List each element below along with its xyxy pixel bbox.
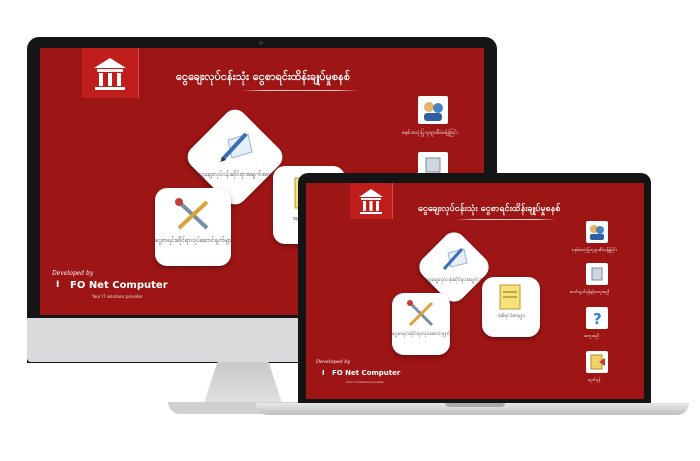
bank-icon <box>94 58 126 90</box>
title-divider <box>240 90 360 91</box>
footer-logo-mark: I <box>322 369 325 377</box>
footer-logo-mark: I <box>56 280 60 290</box>
sidebar-item-exit-label: ထွက်ရန် <box>588 377 601 382</box>
sidebar-item-help[interactable]: ? <box>586 307 608 329</box>
card-loan-data-caption: ငွေချေးလုပ်ငန်းဆိုင်ရာအချက်အလက်များ <box>198 171 272 178</box>
card-loan-data-caption: ငွေချေးလုပ်ငန်းဆိုင်ရာအချက်အလက်များ <box>426 277 482 283</box>
sidebar-item-users[interactable] <box>586 221 608 243</box>
sidebar-item-server-label: ဆက်သွယ်ရန်နှင့်အကူအညီ <box>570 289 610 294</box>
exit-icon <box>590 354 605 370</box>
sidebar-item-exit[interactable] <box>586 351 608 373</box>
webcam <box>259 41 263 45</box>
users-icon <box>424 102 443 121</box>
app-title: ငွေချေးလုပ်ငန်းသုံး ငွေစာရင်းထိန်းချုပ်မ… <box>176 70 351 83</box>
card-accounting[interactable]: ငွေစာရင်းဆိုင်ရာလုပ်ဆောင်ချက်များ <box>392 293 450 355</box>
card-accounting-caption: ငွေစာရင်းဆိုင်ရာလုပ်ဆောင်ချက်များ <box>155 237 231 244</box>
pencil-paper-icon <box>220 132 253 162</box>
help-icon: ? <box>593 310 602 328</box>
svg-text:?: ? <box>593 310 602 328</box>
laptop-app-screen: ငွေချေးလုပ်ငန်းသုံး ငွေစာရင်းထိန်းချုပ်မ… <box>306 183 644 399</box>
laptop-notch <box>445 403 505 407</box>
card-loan-data-content: ငွေချေးလုပ်ငန်းဆိုင်ရာအချက်အလက်များ <box>198 120 272 194</box>
tools-icon <box>175 198 209 230</box>
card-accounting[interactable]: ငွေစာရင်းဆိုင်ရာလုပ်ဆောင်ချက်များ <box>155 188 231 266</box>
card-loan-data-content: ငွေချေးလုပ်ငန်းဆိုင်ရာအချက်အလက်များ <box>426 239 482 295</box>
footer-company: FO Net Computer <box>70 280 168 291</box>
sidebar-item-users[interactable] <box>418 96 448 124</box>
title-divider <box>456 219 556 220</box>
report-icon <box>499 284 521 310</box>
tools-icon <box>407 300 434 327</box>
users-icon <box>590 225 604 240</box>
card-reports-caption: အစီရင်ခံစာများ <box>497 313 525 319</box>
card-reports[interactable]: အစီရင်ခံစာများ <box>482 277 540 337</box>
bank-icon <box>359 189 383 214</box>
header-logo-tile <box>82 48 139 98</box>
footer-company: FO Net Computer <box>332 369 401 377</box>
sidebar-item-users-label: စနစ်အသုံးပြုသူများစီမံခန့်ခွဲခြင်း <box>572 247 617 252</box>
footer-tagline: Your IT solutions provider <box>92 294 143 299</box>
app-title: ငွေချေးလုပ်ငန်းသုံး ငွေစာရင်းထိန်းချုပ်မ… <box>418 204 561 214</box>
sidebar-item-users-label: စနစ်အသုံးပြုသူများစီမံခန့်ခွဲခြင်း <box>402 130 458 136</box>
monitor-stand <box>203 362 283 406</box>
pencil-paper-icon <box>442 247 468 271</box>
card-accounting-caption: ငွေစာရင်းဆိုင်ရာလုပ်ဆောင်ချက်များ <box>392 331 450 337</box>
server-icon <box>591 267 603 281</box>
sidebar-item-help-label: အကူအညီ <box>584 333 600 338</box>
header-logo-tile <box>350 183 393 219</box>
footer-tagline: Your IT solutions provider <box>346 380 384 384</box>
sidebar-item-server[interactable] <box>586 263 608 285</box>
footer-developed-by: Developed by <box>52 270 94 277</box>
footer-developed-by: Developed by <box>316 359 351 365</box>
